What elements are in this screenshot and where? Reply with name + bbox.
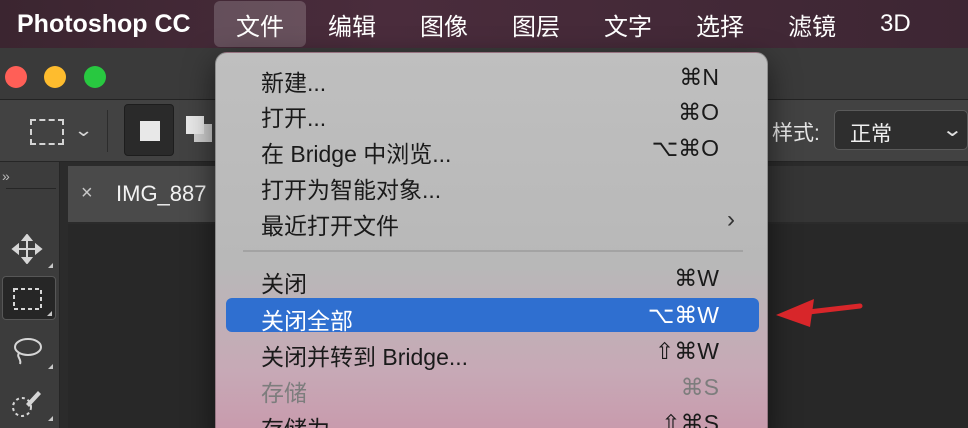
menu-item-new[interactable]: 新建... ⌘N xyxy=(226,60,759,96)
zoom-window-button[interactable] xyxy=(84,66,106,88)
new-selection-icon xyxy=(140,121,160,141)
menu-item-open-as-smart-object[interactable]: 打开为智能对象... xyxy=(226,167,759,203)
collapse-panel-icon[interactable]: » xyxy=(2,168,10,184)
menu-3d[interactable]: 3D xyxy=(858,1,933,47)
tools-panel-divider xyxy=(6,188,56,189)
quick-selection-icon xyxy=(12,391,41,417)
menu-item-label: 新建... xyxy=(261,70,327,96)
menu-item-label: 存储为 xyxy=(261,410,330,428)
macos-menu-bar: Photoshop CC 文件 编辑 图像 图层 文字 选择 滤镜 3D xyxy=(0,0,968,48)
chevron-down-icon[interactable]: ⌄ xyxy=(74,120,94,141)
document-tab[interactable]: × IMG_887 xyxy=(68,166,228,222)
menu-item-shortcut: ⌘W xyxy=(674,265,719,291)
style-select-value: 正常 xyxy=(850,123,892,146)
rectangular-marquee-icon xyxy=(13,288,42,310)
menu-item-close-all[interactable]: 关闭全部 ⌥⌘W xyxy=(226,298,759,334)
menu-item-label: 在 Bridge 中浏览... xyxy=(261,141,452,167)
minimize-window-button[interactable] xyxy=(44,66,66,88)
menu-item-shortcut: ⌥⌘O xyxy=(651,135,719,161)
menu-item-open-recent[interactable]: 最近打开文件 › xyxy=(226,203,759,239)
menu-item-save-as[interactable]: 存储为 ⇧⌘S xyxy=(226,406,759,428)
rectangular-marquee-tool[interactable] xyxy=(2,276,56,320)
menu-item-shortcut: ⌘N xyxy=(679,64,719,90)
tool-group-indicator xyxy=(48,364,53,369)
menu-layer[interactable]: 图层 xyxy=(490,1,582,47)
menu-item-shortcut: ⌥⌘W xyxy=(647,302,719,328)
add-selection-icon-front xyxy=(186,116,204,134)
tool-group-indicator xyxy=(48,416,53,421)
style-label: 样式: xyxy=(772,122,820,145)
menu-file[interactable]: 文件 xyxy=(214,1,306,47)
annotation-arrow-icon xyxy=(776,299,863,327)
app-name-menu[interactable]: Photoshop CC xyxy=(0,10,214,39)
move-icon xyxy=(11,234,43,264)
lasso-icon xyxy=(14,338,42,365)
menu-item-label: 最近打开文件 xyxy=(261,213,399,239)
tool-group-indicator xyxy=(47,311,52,316)
menu-image[interactable]: 图像 xyxy=(398,1,490,47)
style-select[interactable]: 正常 ⌄ xyxy=(834,110,968,150)
menu-item-shortcut: ⌘O xyxy=(678,99,719,125)
menu-item-shortcut: ⇧⌘W xyxy=(655,338,719,364)
menu-item-close-and-go-to-bridge[interactable]: 关闭并转到 Bridge... ⇧⌘W xyxy=(226,334,759,370)
menu-item-label: 打开为智能对象... xyxy=(261,177,442,203)
chevron-down-icon: ⌄ xyxy=(941,119,964,141)
document-tab-title: IMG_887 xyxy=(116,181,207,206)
menu-item-shortcut: ⌘S xyxy=(680,374,719,400)
menu-item-browse-in-bridge[interactable]: 在 Bridge 中浏览... ⌥⌘O xyxy=(226,131,759,167)
close-tab-icon[interactable]: × xyxy=(81,182,93,205)
quick-selection-tool[interactable] xyxy=(2,380,56,424)
menu-edit[interactable]: 编辑 xyxy=(306,1,398,47)
menu-item-open[interactable]: 打开... ⌘O xyxy=(226,95,759,131)
chevron-right-icon: › xyxy=(727,206,735,233)
tool-group-indicator xyxy=(48,263,53,268)
menu-type[interactable]: 文字 xyxy=(582,1,674,47)
lasso-tool[interactable] xyxy=(2,328,56,372)
options-divider xyxy=(107,110,108,152)
close-window-button[interactable] xyxy=(5,66,27,88)
menu-select[interactable]: 选择 xyxy=(674,1,766,47)
menu-item-label: 打开... xyxy=(261,105,327,131)
move-tool[interactable] xyxy=(2,227,56,271)
menu-separator xyxy=(243,250,743,252)
menu-item-label: 存储 xyxy=(261,380,307,406)
marquee-preset-icon[interactable] xyxy=(30,119,64,145)
new-selection-button[interactable] xyxy=(124,104,174,156)
menu-item-label: 关闭全部 xyxy=(261,308,353,334)
menu-item-label: 关闭 xyxy=(261,271,307,297)
menu-item-label: 关闭并转到 Bridge... xyxy=(261,344,469,370)
menu-item-save: 存储 ⌘S xyxy=(226,370,759,406)
menu-item-close[interactable]: 关闭 ⌘W xyxy=(226,261,759,297)
menu-filter[interactable]: 滤镜 xyxy=(766,1,858,47)
file-menu-dropdown: 新建... ⌘N 打开... ⌘O 在 Bridge 中浏览... ⌥⌘O 打开… xyxy=(215,52,768,428)
menu-item-shortcut: ⇧⌘S xyxy=(661,410,719,428)
add-to-selection-button[interactable] xyxy=(186,116,214,144)
